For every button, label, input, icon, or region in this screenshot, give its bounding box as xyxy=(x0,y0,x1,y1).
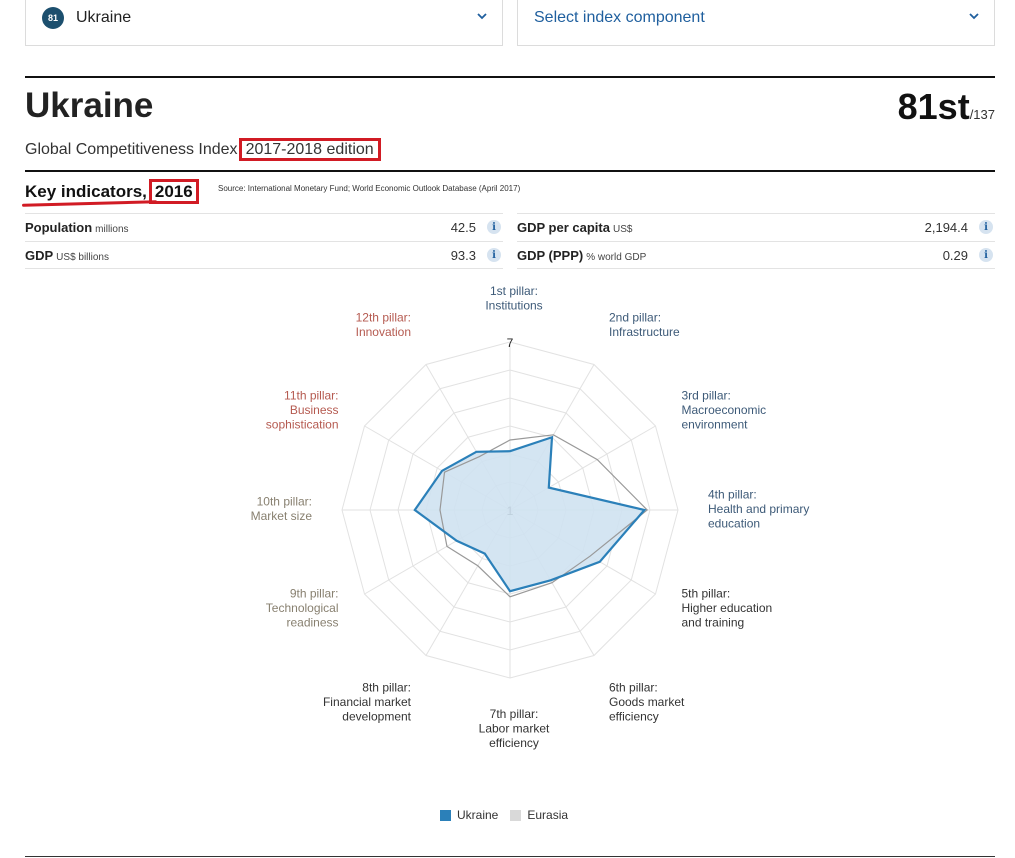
info-icon[interactable]: i xyxy=(979,220,993,234)
key-indicators-heading: Key indicators, 2016 xyxy=(25,179,199,204)
indicator-value: 0.29 xyxy=(942,248,968,263)
axis-label-line: 4th pillar: xyxy=(708,487,757,501)
divider xyxy=(25,76,995,78)
info-icon[interactable]: i xyxy=(979,248,993,262)
axis-label: 7th pillar: Labor market efficiency xyxy=(479,707,550,750)
axis-label: 10th pillar: Market size xyxy=(251,495,313,524)
indicator-row: GDP (PPP)% world GDP 0.29 i xyxy=(517,241,995,269)
indicator-row: GDP per capita US$ 2,194.4 i xyxy=(517,213,995,241)
axis-label-line: education xyxy=(708,516,760,530)
index-component-select[interactable]: Select index component xyxy=(517,0,995,46)
axis-label: 9th pillar: Technological readiness xyxy=(266,586,339,629)
axis-label-line: development xyxy=(342,709,411,723)
axis-label-line: Technological xyxy=(266,601,339,615)
axis-label-line: 2nd pillar: xyxy=(609,311,661,325)
axis-label-line: 1st pillar: xyxy=(490,284,538,298)
axis-label-line: efficiency xyxy=(489,736,539,750)
axis-label: 8th pillar: Financial market development xyxy=(323,680,412,723)
edition-highlight: 2017-2018 edition xyxy=(238,138,381,161)
axis-label-line: 11th pillar: xyxy=(284,388,338,402)
axis-label-line: 12th pillar: xyxy=(356,311,411,325)
chevron-down-icon xyxy=(477,13,487,20)
rank-total: /137 xyxy=(969,107,995,122)
axis-label: 4th pillar: Health and primary education xyxy=(708,487,809,530)
axis-label: 12th pillar: Innovation xyxy=(356,311,411,340)
axis-label-line: 9th pillar: xyxy=(290,586,339,600)
axis-label-line: Labor market xyxy=(479,722,550,736)
axis-label-line: environment xyxy=(681,417,748,431)
axis-label: 6th pillar: Goods market efficiency xyxy=(609,680,685,723)
rank-badge: 81 xyxy=(42,7,64,29)
country-select[interactable]: 81 Ukraine xyxy=(25,0,503,46)
divider xyxy=(25,170,995,172)
legend-swatch-ukraine xyxy=(440,809,451,821)
rank-display: 81st/137 xyxy=(898,86,995,128)
axis-label-line: sophistication xyxy=(266,417,339,431)
axis-label: 5th pillar: Higher education and training xyxy=(681,586,772,629)
chevron-down-icon xyxy=(969,13,979,20)
indicator-label: Population millions xyxy=(25,220,129,235)
indicator-value: 42.5 xyxy=(450,220,476,235)
axis-label-line: Institutions xyxy=(485,299,542,313)
divider xyxy=(25,856,995,857)
axis-label-line: 6th pillar: xyxy=(609,680,658,694)
axis-label-line: Financial market xyxy=(323,695,412,709)
country-select-label: Ukraine xyxy=(76,9,132,26)
indicator-value: 2,194.4 xyxy=(924,220,968,235)
indicator-row: Population millions 42.5 i xyxy=(25,213,503,241)
indicator-value: 93.3 xyxy=(450,248,476,263)
axis-label-line: Innovation xyxy=(356,325,411,339)
axis-label-line: Goods market xyxy=(609,695,685,709)
indicator-label: GDP US$ billions xyxy=(25,248,109,263)
axis-label: 3rd pillar: Macroeconomic environment xyxy=(681,388,766,431)
axis-label-line: efficiency xyxy=(609,709,659,723)
axis-label-line: Infrastructure xyxy=(609,325,680,339)
index-edition-line: Global Competitiveness Index 2017-2018 ed… xyxy=(25,138,381,161)
axis-label-line: 3rd pillar: xyxy=(681,388,730,402)
index-component-select-label: Select index component xyxy=(534,9,705,26)
radar-chart: 711st pillar:Institutions2nd pillar:Infr… xyxy=(251,284,810,750)
key-indicators-title: Key indicators, xyxy=(25,182,147,201)
indicator-label: GDP (PPP)% world GDP xyxy=(517,248,647,263)
indicator-row: GDP US$ billions 93.3 i xyxy=(25,241,503,269)
axis-label-line: 8th pillar: xyxy=(362,680,411,694)
axis-label: 11th pillar: Business sophistication xyxy=(266,388,339,431)
axis-label: 1st pillar: Institutions xyxy=(485,284,542,313)
axis-label: 2nd pillar: Infrastructure xyxy=(609,311,680,340)
legend-swatch-eurasia xyxy=(510,809,522,821)
page-title: Ukraine xyxy=(25,86,154,125)
axis-label-line: 5th pillar: xyxy=(681,586,730,600)
info-icon[interactable]: i xyxy=(487,248,501,262)
axis-label-line: 10th pillar: xyxy=(257,495,312,509)
axis-label-line: Market size xyxy=(251,509,313,523)
info-icon[interactable]: i xyxy=(487,220,501,234)
legend-item-eurasia[interactable]: Eurasia xyxy=(510,808,568,822)
axis-label-line: Macroeconomic xyxy=(681,403,766,417)
axis-label-line: Health and primary xyxy=(708,502,809,516)
axis-label-line: and training xyxy=(681,615,744,629)
scale-label-max: 7 xyxy=(507,336,514,350)
axis-label-line: Business xyxy=(290,403,339,417)
index-name: Global Competitiveness Index xyxy=(25,141,238,158)
axis-label-line: 7th pillar: xyxy=(490,707,539,721)
rank-number: 81st xyxy=(897,86,970,127)
axis-label-line: readiness xyxy=(286,615,338,629)
legend-item-ukraine[interactable]: Ukraine xyxy=(440,808,498,822)
chart-legend: Ukraine Eurasia xyxy=(440,808,580,822)
indicator-label: GDP per capita US$ xyxy=(517,220,633,235)
axis-label-line: Higher education xyxy=(681,601,772,615)
source-note: Source: International Monetary Fund; Wor… xyxy=(218,184,521,193)
